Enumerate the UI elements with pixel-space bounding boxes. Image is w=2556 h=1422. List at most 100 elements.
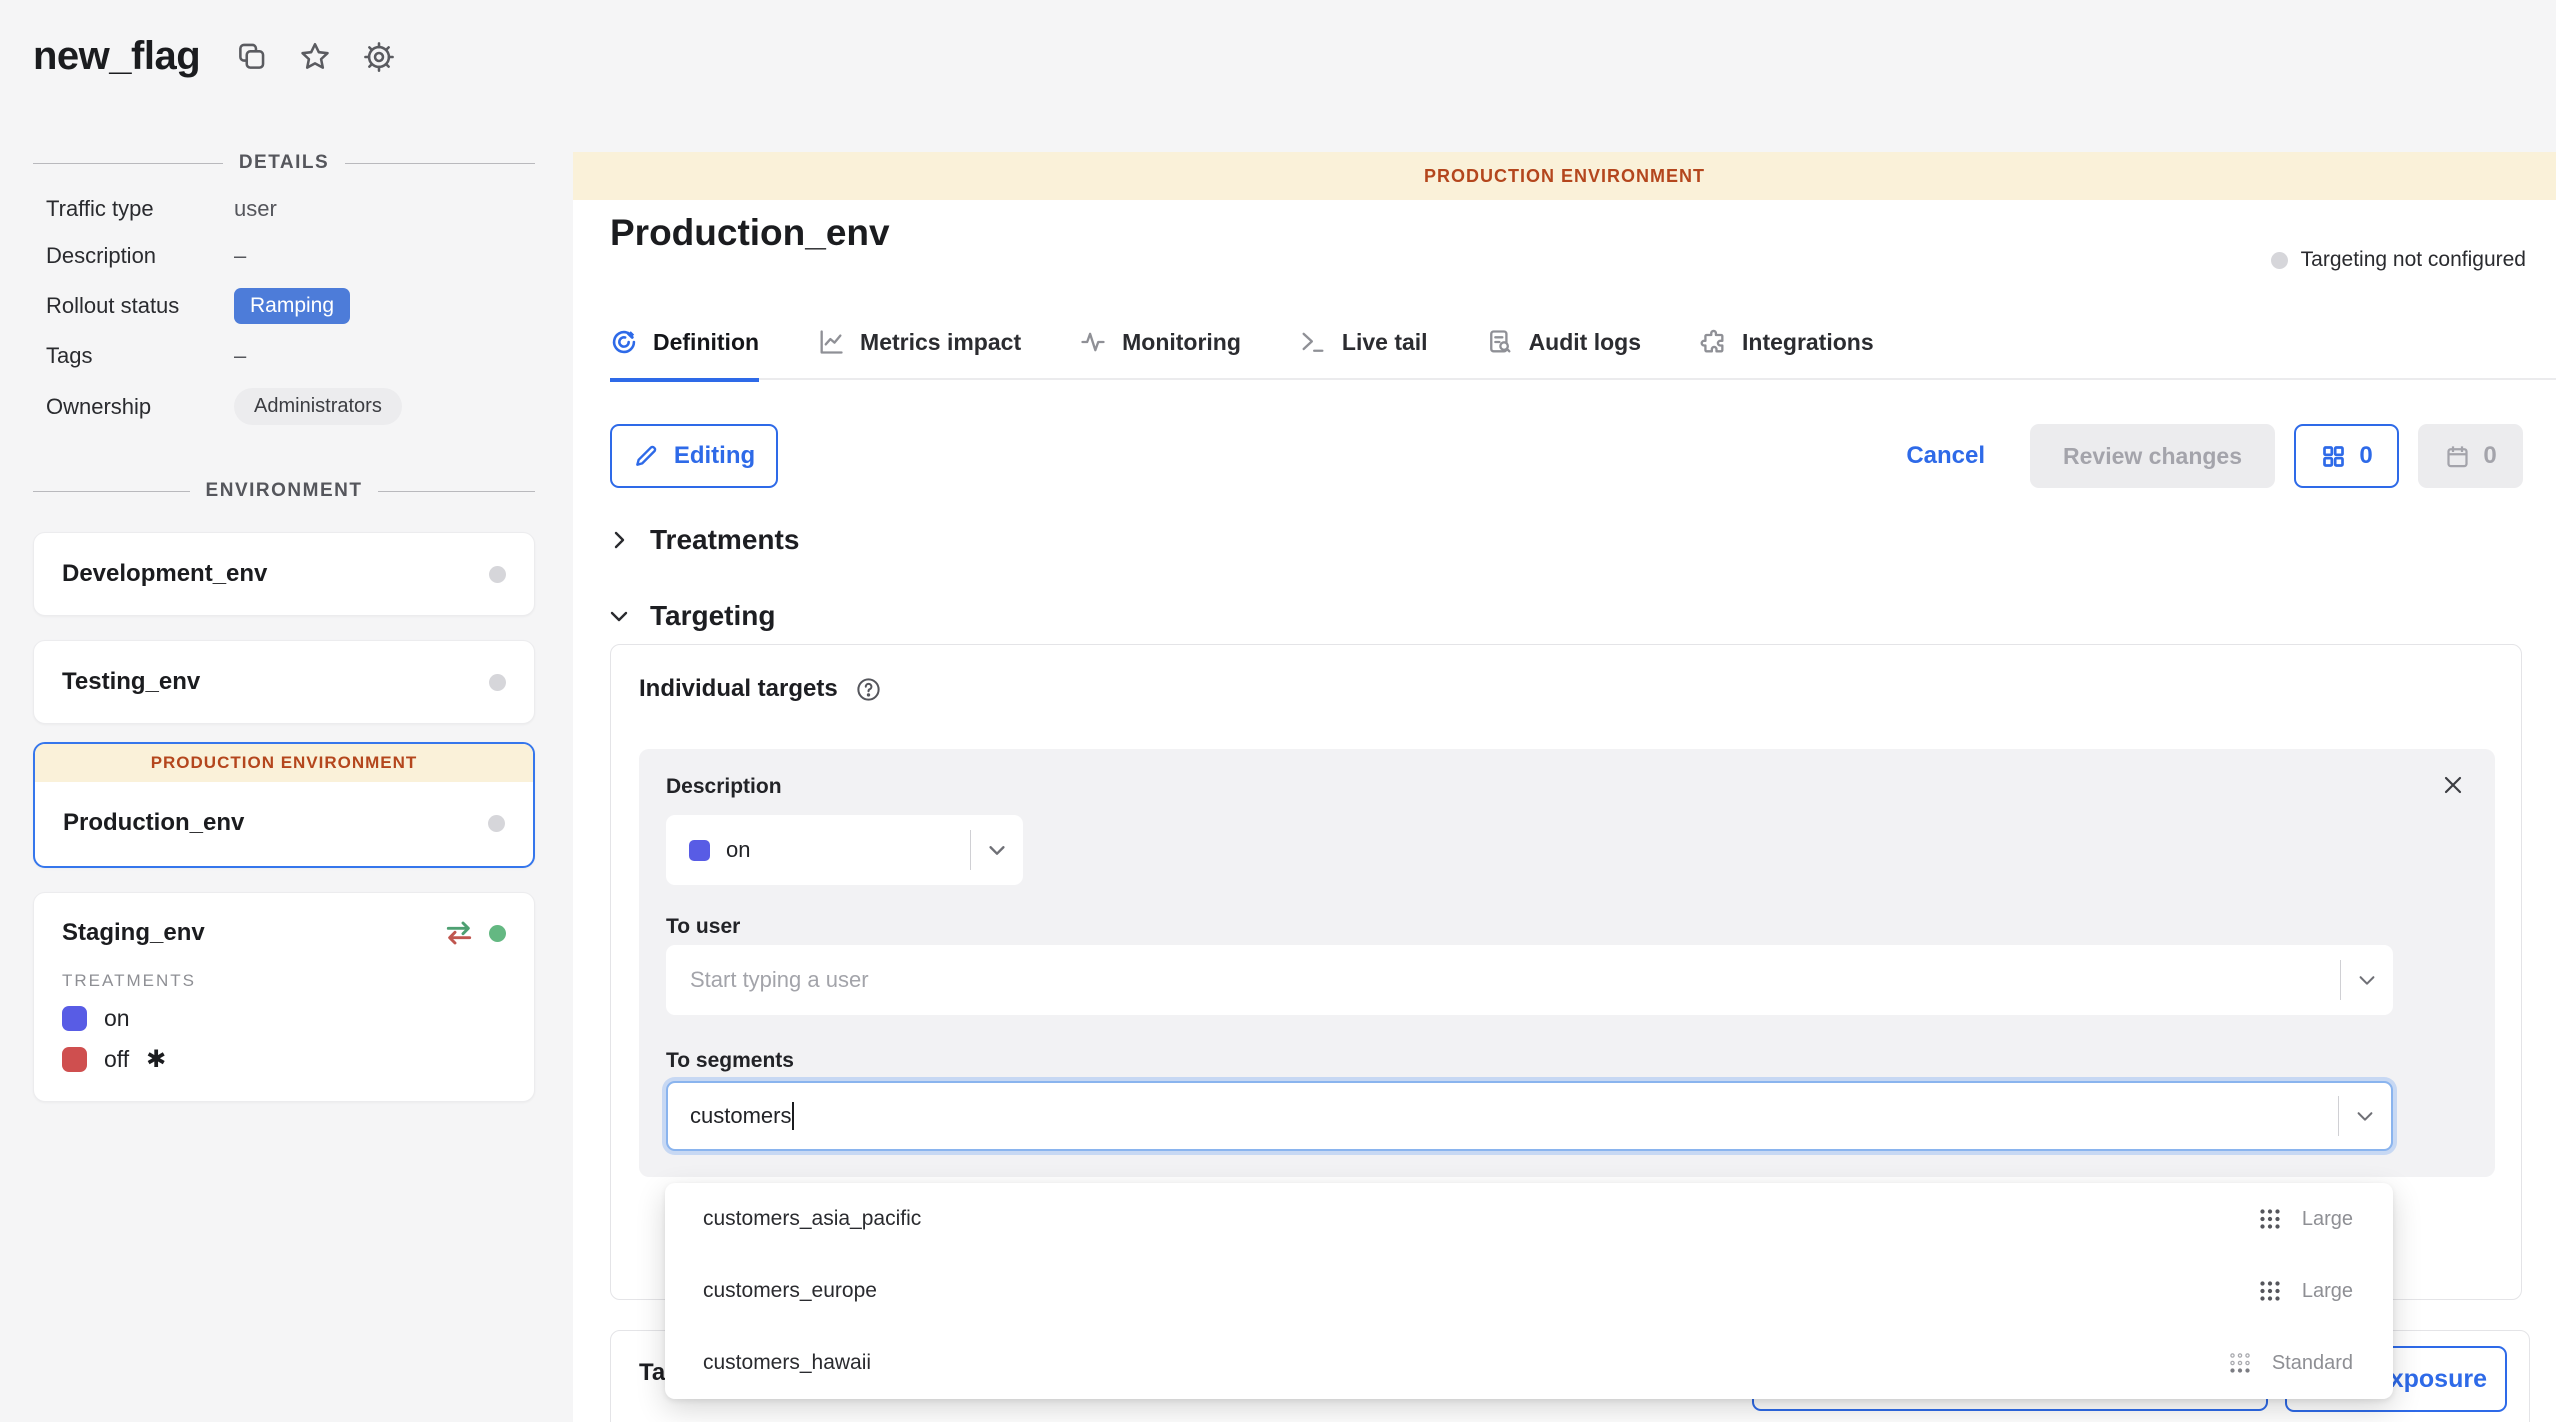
gear-icon[interactable] xyxy=(362,40,396,74)
close-icon[interactable] xyxy=(2441,773,2465,797)
tab-definition[interactable]: Definition xyxy=(610,328,759,378)
treatment-select[interactable]: on xyxy=(666,815,1023,885)
to-segments-label: To segments xyxy=(666,1049,794,1073)
treatment-select-value: on xyxy=(726,837,970,863)
targeting-section-toggle[interactable]: Targeting xyxy=(607,600,775,632)
definition-icon xyxy=(610,328,638,356)
status-dot-active xyxy=(489,925,506,942)
tab-metrics-impact[interactable]: Metrics impact xyxy=(817,328,1021,378)
editing-button[interactable]: Editing xyxy=(610,424,778,488)
cancel-button[interactable]: Cancel xyxy=(1906,442,1985,470)
description-label: Description xyxy=(666,775,782,799)
details-divider: DETAILS xyxy=(33,152,535,174)
puzzle-icon xyxy=(1699,328,1727,356)
segments-dropdown: customers_asia_pacific Large customers_e… xyxy=(665,1183,2393,1399)
segment-size: Large xyxy=(2302,1208,2353,1231)
targeting-status: Targeting not configured xyxy=(2271,248,2526,272)
segment-grid-icon xyxy=(2255,1276,2285,1306)
env-name: Development_env xyxy=(62,560,267,588)
treatment-on-row: on xyxy=(62,1005,506,1032)
tab-audit-logs[interactable]: Audit logs xyxy=(1486,328,1641,378)
star-icon[interactable] xyxy=(298,40,332,74)
to-user-input[interactable] xyxy=(666,967,2340,993)
env-card-development[interactable]: Development_env xyxy=(33,532,535,616)
detail-label: Ownership xyxy=(46,394,234,420)
env-card-testing[interactable]: Testing_env xyxy=(33,640,535,724)
treatment-off-swatch xyxy=(62,1047,87,1072)
editing-label: Editing xyxy=(674,442,755,470)
toolbar-right: Cancel Review changes 0 0 xyxy=(1906,424,2523,488)
env-name: Testing_env xyxy=(62,668,200,696)
segment-dotted-grid-icon xyxy=(2225,1348,2255,1378)
targeting-status-dot xyxy=(2271,252,2288,269)
calendar-icon xyxy=(2444,443,2471,470)
detail-value: user xyxy=(234,196,277,222)
default-treatment-icon: ✱ xyxy=(146,1045,166,1074)
segment-size: Standard xyxy=(2272,1352,2353,1375)
tab-live-tail[interactable]: Live tail xyxy=(1299,328,1428,378)
rollout-status-badge: Ramping xyxy=(234,288,350,324)
treatments-section-title: Treatments xyxy=(650,524,799,556)
schedules-count: 0 xyxy=(2483,442,2496,470)
tab-label: Audit logs xyxy=(1529,329,1641,356)
to-segments-value: customers xyxy=(668,1103,791,1129)
detail-row-description: Description – xyxy=(46,241,526,271)
segment-grid-icon xyxy=(2255,1204,2285,1234)
segment-name: customers_europe xyxy=(703,1279,877,1303)
targeting-status-text: Targeting not configured xyxy=(2301,248,2526,272)
metrics-chart-icon xyxy=(817,328,845,356)
chevron-down-icon[interactable] xyxy=(2341,969,2393,991)
copy-icon[interactable] xyxy=(234,40,268,74)
treatments-section-toggle[interactable]: Treatments xyxy=(607,524,799,556)
env-card-production[interactable]: PRODUCTION ENVIRONMENT Production_env xyxy=(33,742,535,868)
detail-value: – xyxy=(234,243,246,269)
ownership-pill[interactable]: Administrators xyxy=(234,388,402,425)
detail-label: Tags xyxy=(46,343,234,369)
detail-row-tags: Tags – xyxy=(46,341,526,371)
monitoring-pulse-icon xyxy=(1079,328,1107,356)
chevron-down-icon[interactable] xyxy=(971,839,1023,861)
chevron-right-icon xyxy=(607,528,631,552)
targeting-rules-heading-partial: Ta xyxy=(639,1359,665,1387)
status-dot xyxy=(489,674,506,691)
terminal-icon xyxy=(1299,328,1327,356)
chevron-down-icon xyxy=(607,604,631,628)
detail-value: – xyxy=(234,343,246,369)
segment-option-asia-pacific[interactable]: customers_asia_pacific Large xyxy=(665,1183,2393,1255)
detail-row-traffic-type: Traffic type user xyxy=(46,194,526,224)
audit-log-icon xyxy=(1486,328,1514,356)
schedules-count-button[interactable]: 0 xyxy=(2418,424,2523,488)
detail-row-ownership: Ownership Administrators xyxy=(46,388,526,425)
to-user-label: To user xyxy=(666,915,740,939)
environment-heading: ENVIRONMENT xyxy=(206,480,363,502)
exposure-button-label: xposure xyxy=(2390,1365,2487,1394)
status-dot xyxy=(488,815,505,832)
targeting-section-title: Targeting xyxy=(650,600,775,632)
tab-integrations[interactable]: Integrations xyxy=(1699,328,1874,378)
page-title: Production_env xyxy=(610,212,890,254)
tab-monitoring[interactable]: Monitoring xyxy=(1079,328,1241,378)
treatment-name: on xyxy=(104,1005,130,1032)
segment-option-hawaii[interactable]: customers_hawaii Standard xyxy=(665,1327,2393,1399)
segment-name: customers_hawaii xyxy=(703,1351,871,1375)
detail-row-rollout-status: Rollout status Ramping xyxy=(46,288,526,324)
tab-label: Integrations xyxy=(1742,329,1874,356)
detail-label: Description xyxy=(46,243,234,269)
details-heading: DETAILS xyxy=(239,152,329,174)
treatments-heading: TREATMENTS xyxy=(62,971,506,991)
treatment-name: off xyxy=(104,1046,129,1073)
to-segments-input[interactable]: customers xyxy=(666,1081,2393,1151)
swap-arrows-icon xyxy=(443,917,475,949)
detail-label: Rollout status xyxy=(46,293,234,319)
environment-divider: ENVIRONMENT xyxy=(33,480,535,502)
segment-option-europe[interactable]: customers_europe Large xyxy=(665,1255,2393,1327)
flag-title: new_flag xyxy=(33,34,200,79)
changes-count: 0 xyxy=(2359,442,2372,470)
changes-count-button[interactable]: 0 xyxy=(2294,424,2399,488)
env-name: Staging_env xyxy=(62,919,205,947)
review-changes-button[interactable]: Review changes xyxy=(2030,424,2275,488)
env-card-staging[interactable]: Staging_env TREATMENTS on off ✱ xyxy=(33,892,535,1102)
help-icon[interactable] xyxy=(855,676,882,703)
tab-label: Metrics impact xyxy=(860,329,1021,356)
chevron-down-icon[interactable] xyxy=(2339,1105,2391,1127)
